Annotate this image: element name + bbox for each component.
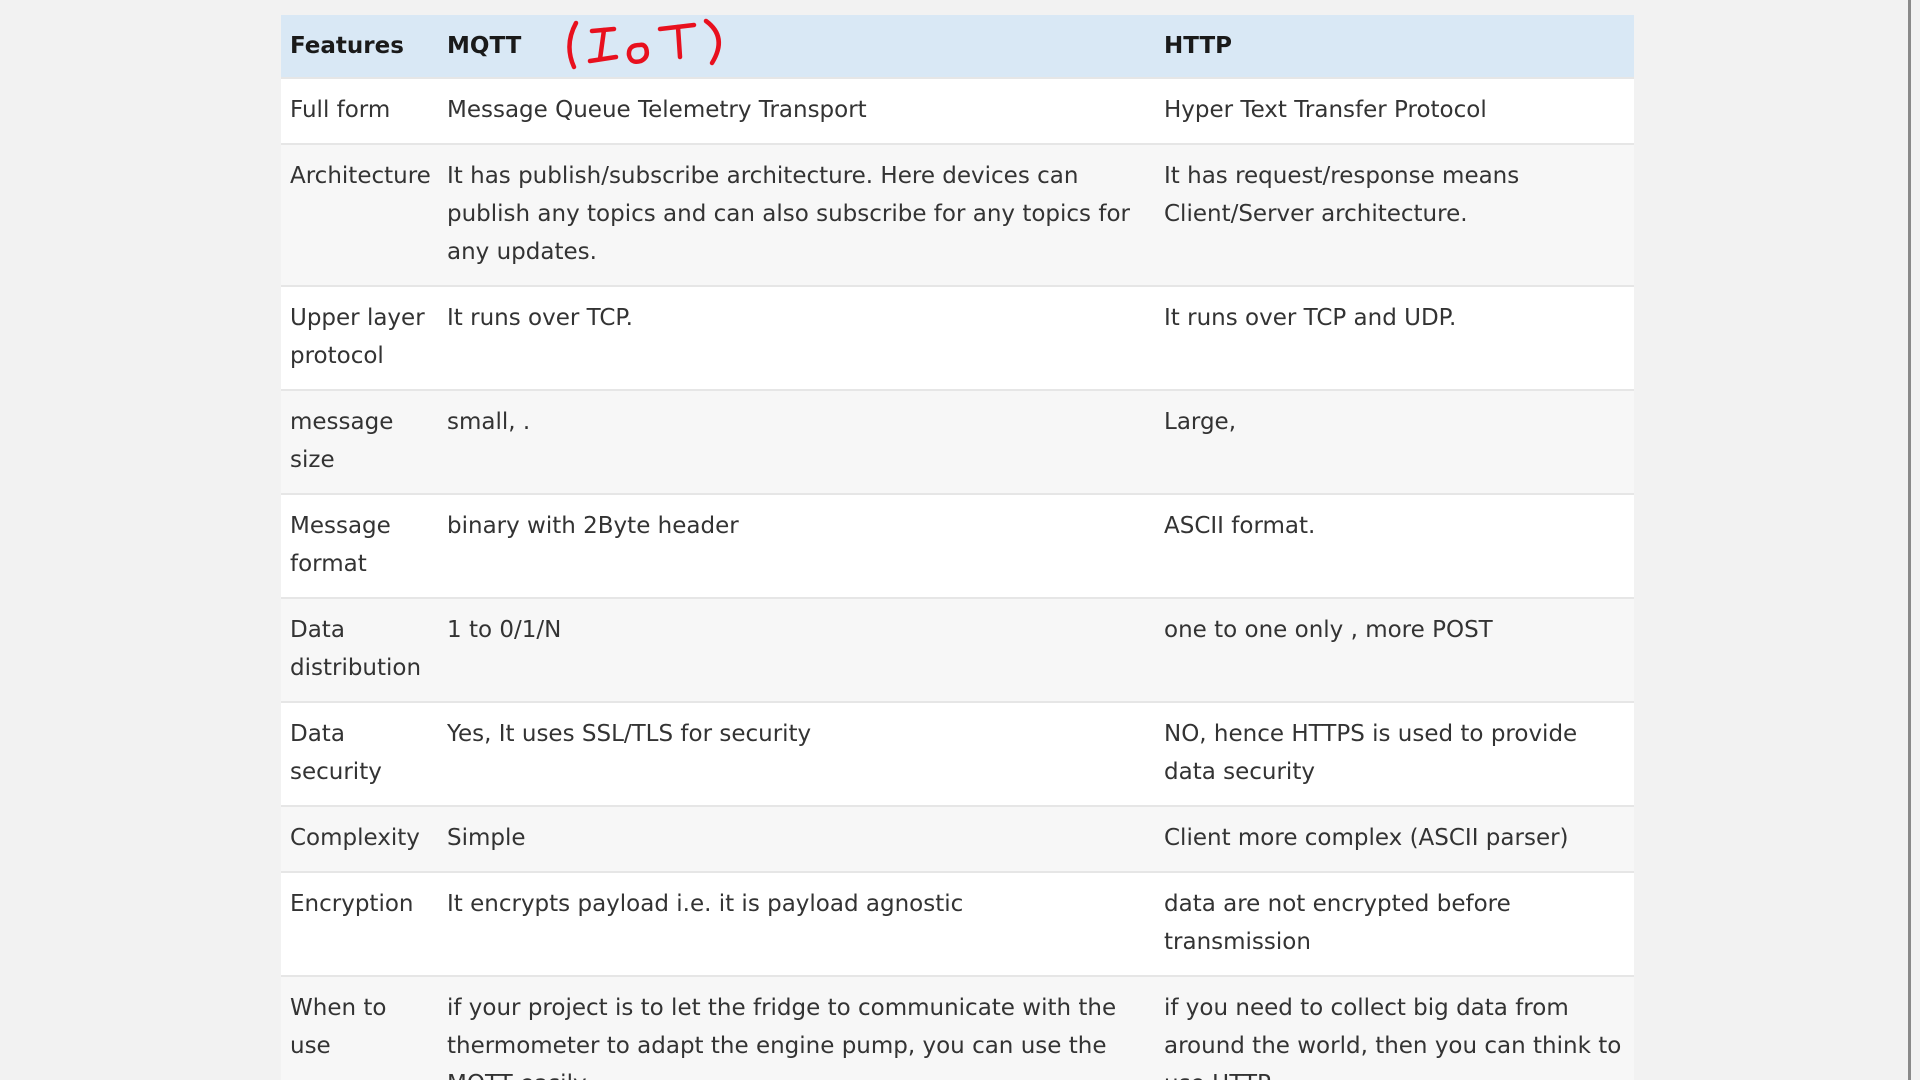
mqtt-cell: It runs over TCP. — [447, 305, 633, 331]
mqtt-cell: binary with 2Byte header — [447, 513, 739, 539]
page: Features MQTT HTTP Full form Message Que… — [0, 0, 1920, 1080]
header-http: HTTP — [1164, 33, 1233, 59]
header-features: Features — [290, 33, 404, 59]
mqtt-cell: small, . — [447, 409, 531, 435]
table-row: Complexity Simple Client more complex (A… — [281, 806, 1634, 872]
comparison-table-container: Features MQTT HTTP Full form Message Que… — [281, 15, 1634, 1080]
http-cell: one to one only , more POST — [1164, 617, 1493, 643]
feature-cell: Architecture — [290, 163, 431, 189]
mqtt-cell: Message Queue Telemetry Transport — [447, 97, 867, 123]
table-row: Encryption It encrypts payload i.e. it i… — [281, 872, 1634, 976]
mqtt-cell: 1 to 0/1/N — [447, 617, 562, 643]
table-header-row: Features MQTT HTTP — [281, 15, 1634, 78]
feature-cell: When to use — [290, 995, 387, 1059]
feature-cell: message size — [290, 409, 394, 473]
right-edge-divider — [1908, 0, 1911, 1080]
table-row: Message format binary with 2Byte header … — [281, 494, 1634, 598]
http-cell: Large, — [1164, 409, 1237, 435]
table-row: When to use if your project is to let th… — [281, 976, 1634, 1080]
http-cell: if you need to collect big data from aro… — [1164, 995, 1622, 1080]
http-cell: It has request/response means Client/Ser… — [1164, 163, 1520, 227]
handwritten-iot-annotation — [567, 18, 721, 70]
mqtt-cell: It encrypts payload i.e. it is payload a… — [447, 891, 964, 917]
http-cell: It runs over TCP and UDP. — [1164, 305, 1457, 331]
http-cell: NO, hence HTTPS is used to provide data … — [1164, 721, 1578, 785]
mqtt-cell: Yes, It uses SSL/TLS for security — [447, 721, 812, 747]
feature-cell: Upper layer protocol — [290, 305, 425, 369]
http-cell: ASCII format. — [1164, 513, 1316, 539]
header-mqtt: MQTT — [447, 33, 522, 59]
table-row: Upper layer protocol It runs over TCP. I… — [281, 286, 1634, 390]
http-cell: Hyper Text Transfer Protocol — [1164, 97, 1487, 123]
feature-cell: Data security — [290, 721, 382, 785]
feature-cell: Message format — [290, 513, 391, 577]
mqtt-cell: Simple — [447, 825, 526, 851]
mqtt-cell: if your project is to let the fridge to … — [447, 995, 1117, 1080]
feature-cell: Full form — [290, 97, 391, 123]
http-cell: data are not encrypted before transmissi… — [1164, 891, 1511, 955]
http-cell: Client more complex (ASCII parser) — [1164, 825, 1569, 851]
feature-cell: Complexity — [290, 825, 420, 851]
feature-cell: Encryption — [290, 891, 414, 917]
mqtt-vs-http-table: Features MQTT HTTP Full form Message Que… — [281, 15, 1634, 1080]
table-row: message size small, . Large, — [281, 390, 1634, 494]
table-row: Full form Message Queue Telemetry Transp… — [281, 78, 1634, 144]
table-row: Architecture It has publish/subscribe ar… — [281, 144, 1634, 286]
table-row: Data security Yes, It uses SSL/TLS for s… — [281, 702, 1634, 806]
feature-cell: Data distribution — [290, 617, 422, 681]
mqtt-cell: It has publish/subscribe architecture. H… — [447, 163, 1130, 265]
table-row: Data distribution 1 to 0/1/N one to one … — [281, 598, 1634, 702]
